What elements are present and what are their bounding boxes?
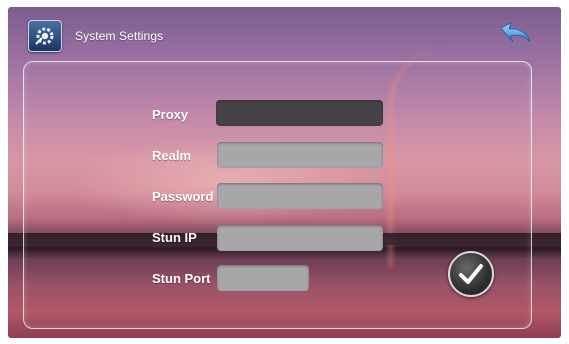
page-title: System Settings bbox=[75, 29, 164, 43]
back-arrow-icon bbox=[500, 22, 531, 49]
checkmark-icon bbox=[459, 264, 483, 284]
password-label: Password bbox=[152, 189, 214, 204]
proxy-label: Proxy bbox=[152, 107, 189, 122]
settings-gear-icon bbox=[28, 20, 62, 52]
stun-ip-field[interactable] bbox=[217, 225, 383, 251]
proxy-field[interactable] bbox=[216, 100, 383, 126]
confirm-button[interactable] bbox=[448, 251, 494, 297]
stun-ip-label: Stun IP bbox=[152, 230, 197, 245]
stun-port-label: Stun Port bbox=[152, 271, 211, 286]
stun-port-field[interactable] bbox=[217, 265, 309, 291]
realm-field[interactable] bbox=[217, 142, 383, 168]
back-button[interactable] bbox=[497, 20, 535, 52]
realm-label: Realm bbox=[152, 148, 192, 163]
password-field[interactable] bbox=[217, 183, 383, 209]
